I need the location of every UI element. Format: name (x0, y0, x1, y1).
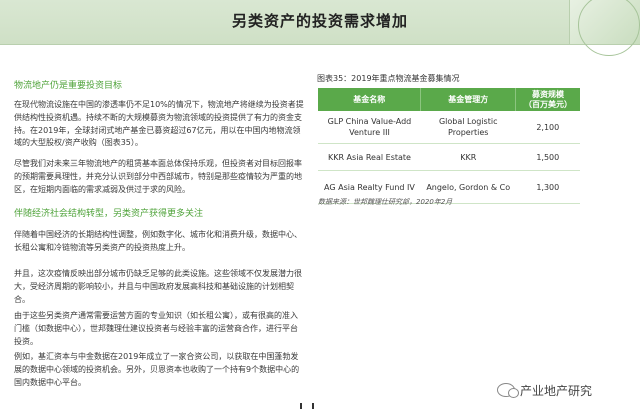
fund-name-cell: GLP China Value-Add Venture III (318, 111, 421, 144)
section-heading-logistics: 物流地产仍是重要投资目标 (14, 81, 123, 91)
column-header: 募资规模 （百万美元） (515, 88, 580, 111)
fund-size-cell: 1,500 (515, 143, 580, 171)
paragraph-1: 在现代物流设施在中国的渗透率仍不足10%的情况下，物流地产将继续为投资者提供结构… (14, 100, 304, 148)
footer-mark (300, 403, 314, 409)
fund-manager-cell: KKR (420, 143, 516, 171)
table-row: KKR Asia Real Estate KKR 1,500 (318, 143, 580, 171)
paragraph-6: 例如，基汇资本与中金数据在2019年成立了一家合资公司，以获取在中国蓬勃发展的数… (14, 352, 300, 387)
table-header-row: 基金名称 基金管理方 募资规模 （百万美元） (318, 88, 580, 111)
table-row: GLP China Value-Add Venture III Global L… (318, 111, 580, 144)
header-decoration (569, 0, 640, 56)
column-header: 基金管理方 (420, 88, 517, 111)
page-title: 另类资产的投资需求增加 (231, 12, 408, 30)
section-heading-alternative-assets: 伴随经济社会结构转型，另类资产获得更多关注 (14, 209, 204, 219)
page-header: 另类资产的投资需求增加 (0, 0, 640, 56)
fund-size-cell: 2,100 (515, 111, 580, 144)
chat-bubble-icon (497, 383, 519, 398)
fund-table: 基金名称 基金管理方 募资规模 （百万美元） GLP China Value-A… (318, 88, 580, 204)
paragraph-5: 由于这些另类资产通常需要运营方面的专业知识（如长租公寓），或有很高的准入门槛（如… (14, 311, 298, 346)
paragraph-2: 尽管我们对未来三年物流地产的租赁基本面总体保持乐观，但投资者对目标回报率的预期需… (14, 159, 302, 194)
watermark-text: 产业地产研究 (520, 383, 593, 398)
figure-source: 数据来源：世邦魏理仕研究部，2020年2月 (318, 198, 453, 206)
fund-manager-cell: Global Logistic Properties (420, 111, 516, 144)
column-header: 基金名称 (318, 88, 422, 111)
paragraph-3: 伴随着中国经济的长期结构性调整，例如数字化、城市化和消费升级，数据中心、长租公寓… (14, 230, 302, 252)
figure-title: 图表35：2019年重点物流基金募集情况 (317, 74, 460, 83)
watermark: 产业地产研究 (497, 380, 592, 400)
paragraph-4: 并且，这次疫情反映出部分城市仍缺乏足够的此类设施。这些领域不仅发展潜力很大，受经… (14, 269, 302, 304)
fund-name-cell: KKR Asia Real Estate (318, 143, 421, 171)
fund-size-cell: 1,300 (515, 170, 580, 204)
